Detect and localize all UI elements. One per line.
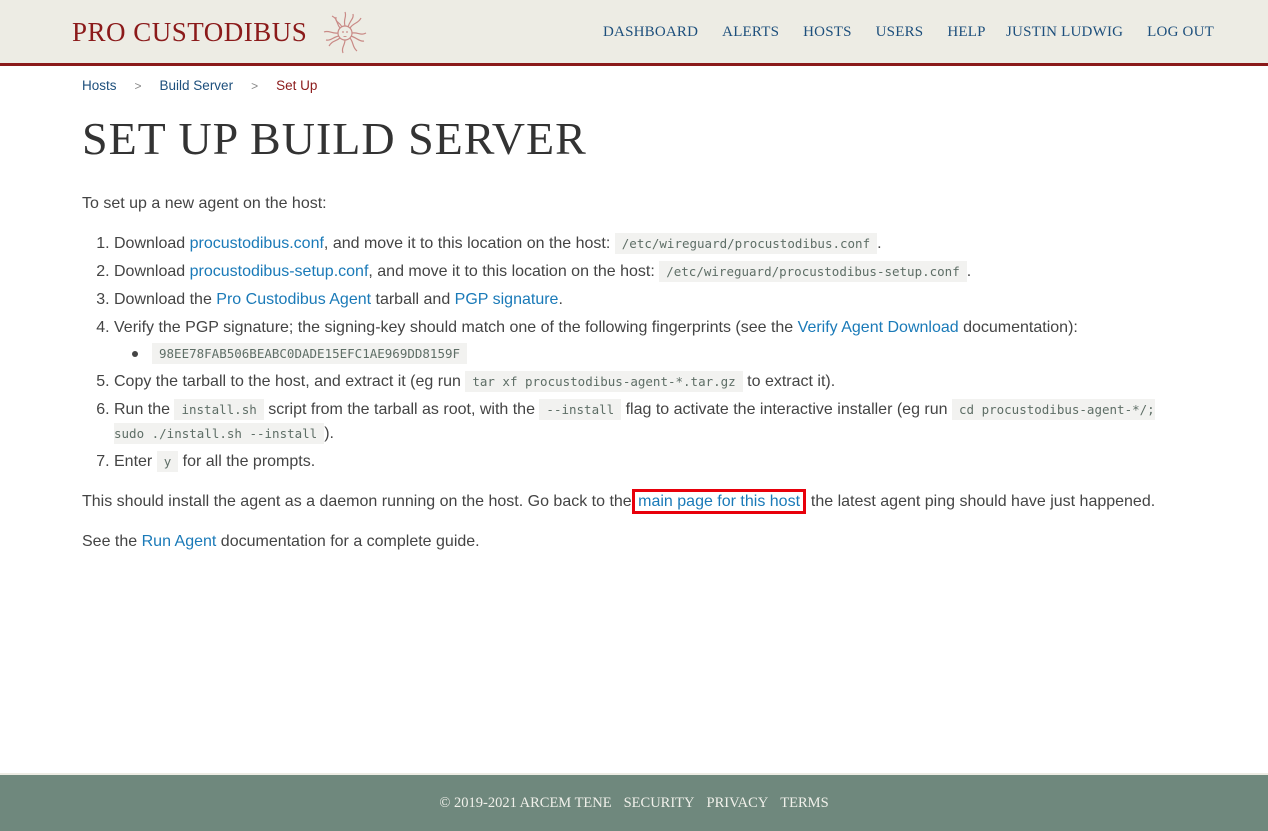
step-5: Copy the tarball to the host, and extrac… — [114, 370, 1192, 394]
breadcrumb-build-server[interactable]: Build Server — [160, 78, 234, 93]
step-text: flag to activate the interactive install… — [621, 401, 952, 418]
step-1: Download procustodibus.conf, and move it… — [114, 232, 1192, 256]
step-text: , and move it to this location on the ho… — [323, 235, 615, 252]
footer-copyright: © 2019-2021 ARCEM TENE — [439, 794, 612, 811]
see-also-paragraph: See the Run Agent documentation for a co… — [82, 530, 1192, 554]
install-script-code: install.sh — [174, 399, 264, 420]
verify-agent-download-link[interactable]: Verify Agent Download — [798, 319, 959, 336]
step-text: , and move it to this location on the ho… — [368, 263, 660, 280]
logo-link[interactable]: PRO CUSTODIBUS — [72, 8, 369, 56]
breadcrumb-hosts[interactable]: Hosts — [82, 78, 117, 93]
main-nav: DASHBOARD ALERTS HOSTS USERS HELP — [603, 20, 986, 44]
step-3: Download the Pro Custodibus Agent tarbal… — [114, 288, 1192, 312]
breadcrumb: Hosts > Build Server > Set Up — [82, 78, 317, 93]
footer-terms-link[interactable]: TERMS — [780, 795, 828, 812]
setup-steps-list: Download procustodibus.conf, and move it… — [82, 232, 1192, 474]
footer-privacy-link[interactable]: PRIVACY — [707, 795, 769, 812]
fingerprint-list: 98EE78FAB506BEABC0DADE15EFC1AE969DD8159F — [114, 342, 1192, 366]
intro-text: To set up a new agent on the host: — [82, 195, 327, 212]
breadcrumb-current: Set Up — [276, 78, 318, 93]
step-text: for all the prompts. — [178, 453, 316, 470]
medusa-head-icon — [324, 11, 367, 54]
main-content: To set up a new agent on the host: Downl… — [82, 192, 1192, 570]
step-text: Download the — [114, 291, 217, 308]
conf-path-code: /etc/wireguard/procustodibus.conf — [614, 233, 878, 254]
procustodibus-setup-conf-link[interactable]: procustodibus-setup.conf — [190, 263, 369, 280]
run-agent-link[interactable]: Run Agent — [142, 533, 217, 550]
closing-paragraph: This should install the agent as a daemo… — [82, 489, 1192, 514]
paragraph-text: documentation for a complete guide. — [216, 533, 480, 550]
step-text: Enter — [114, 453, 157, 470]
step-4: Verify the PGP signature; the signing-ke… — [114, 316, 1192, 366]
nav-users[interactable]: USERS — [876, 24, 924, 41]
install-flag-code: --install — [539, 399, 622, 420]
step-text: Copy the tarball to the host, and extrac… — [114, 373, 466, 390]
step-2: Download procustodibus-setup.conf, and m… — [114, 260, 1192, 284]
step-text: . — [558, 291, 563, 308]
step-7: Enter y for all the prompts. — [114, 450, 1192, 474]
step-text: . — [877, 235, 882, 252]
step-text: Download — [114, 235, 190, 252]
step-6: Run the install.sh script from the tarba… — [114, 398, 1192, 446]
step-text: ). — [324, 425, 334, 442]
step-text: script from the tarball as root, with th… — [263, 401, 540, 418]
logo-text: PRO CUSTODIBUS — [72, 17, 308, 47]
user-nav: JUSTIN LUDWIG LOG OUT — [1006, 20, 1214, 44]
step-text: Download — [114, 263, 190, 280]
nav-dashboard[interactable]: DASHBOARD — [603, 24, 698, 41]
step-text: Verify the PGP signature; the signing-ke… — [114, 319, 798, 336]
bullet-icon — [132, 351, 138, 357]
breadcrumb-separator: > — [134, 78, 142, 93]
nav-user-profile[interactable]: JUSTIN LUDWIG — [1006, 24, 1123, 41]
extract-command-code: tar xf procustodibus-agent-*.tar.gz — [465, 371, 743, 392]
step-text: to extract it). — [742, 373, 836, 390]
paragraph-text: See the — [82, 533, 142, 550]
site-footer: © 2019-2021 ARCEM TENE SECURITY PRIVACY … — [0, 773, 1268, 831]
step-text: Run the — [114, 401, 175, 418]
nav-help[interactable]: HELP — [947, 24, 985, 41]
setup-conf-path-code: /etc/wireguard/procustodibus-setup.conf — [659, 261, 967, 282]
breadcrumb-separator: > — [251, 78, 259, 93]
step-text: tarball and — [371, 291, 455, 308]
prompt-answer-code: y — [156, 451, 179, 472]
site-header: PRO CUSTODIBUS DASHBOARD ALERTS HOSTS US… — [0, 0, 1268, 66]
footer-security-link[interactable]: SECURITY — [624, 795, 695, 812]
pgp-signature-link[interactable]: PGP signature — [455, 291, 559, 308]
fingerprint-item: 98EE78FAB506BEABC0DADE15EFC1AE969DD8159F — [130, 342, 1192, 366]
procustodibus-conf-link[interactable]: procustodibus.conf — [190, 235, 324, 252]
host-main-page-link[interactable]: main page for this host — [632, 489, 807, 514]
step-text: . — [966, 263, 972, 280]
fingerprint-code: 98EE78FAB506BEABC0DADE15EFC1AE969DD8159F — [152, 343, 468, 364]
step-text: documentation): — [958, 319, 1078, 336]
nav-log-out[interactable]: LOG OUT — [1147, 24, 1214, 41]
page-title: SET UP BUILD SERVER — [82, 113, 587, 164]
nav-hosts[interactable]: HOSTS — [803, 24, 852, 41]
nav-alerts[interactable]: ALERTS — [722, 24, 779, 41]
agent-tarball-link[interactable]: Pro Custodibus Agent — [216, 291, 371, 308]
paragraph-text: This should install the agent as a daemo… — [82, 493, 637, 510]
paragraph-text: ; the latest agent ping should have just… — [802, 493, 1156, 510]
